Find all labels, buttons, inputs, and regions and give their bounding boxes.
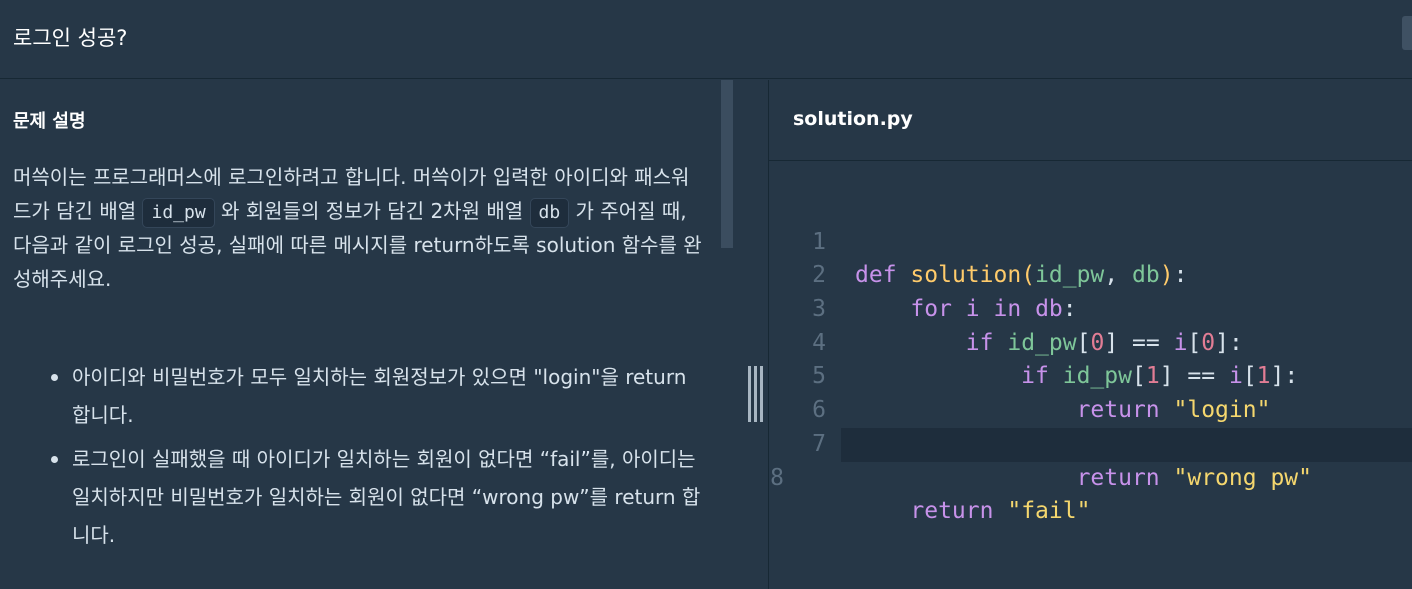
code-chip-db: db [529,197,570,228]
pane-resize-handle[interactable] [747,366,763,424]
section-title: 문제 설명 [13,111,86,132]
code-line: 7 return "wrong pw" [769,394,1412,491]
code-editor[interactable]: solution.py 1 def solution(id_pw, db): 2… [769,80,1412,589]
problem-description-pane: 문제 설명 머쓱이는 프로그래머스에 로그인하려고 합니다. 머쓱이가 입력한 … [0,80,734,589]
desc-text-2: 와 회원들의 정보가 담긴 2차원 배열 [214,199,530,223]
list-item: 로그인이 실패했을 때 아이디가 일치하는 회원이 없다면 “fail”를, 아… [51,440,703,554]
rules-list: 아이디와 비밀번호가 모두 일치하는 회원정보가 있으면 "login"을 re… [13,358,703,560]
problem-description: 머쓱이는 프로그래머스에 로그인하려고 합니다. 머쓱이가 입력한 아이디와 패… [13,160,703,296]
code-line-active: 8 return "fail" [770,427,1412,524]
code-chip-id-pw: id_pw [142,197,215,228]
code-line: 2 for i in db: [769,226,1412,322]
code-line: 3 if id_pw[0] == i[0]: [769,259,1412,356]
top-scrollbar[interactable] [1402,16,1412,50]
filename-label: solution.py [793,108,913,130]
code-line: 6 else: [769,360,1412,457]
line-number: 8 [770,464,784,491]
code-line: 5 return "login" [769,327,1412,423]
code-area[interactable]: 1 def solution(id_pw, db): 2 for i in db… [769,192,1412,524]
line-number: 7 [812,430,826,457]
description-scrollbar[interactable] [721,80,733,248]
code-line: 1 def solution(id_pw, db): [769,192,1412,289]
list-item: 아이디와 비밀번호가 모두 일치하는 회원정보가 있으면 "login"을 re… [51,358,703,434]
editor-tab: solution.py [769,80,1412,161]
top-bar: 로그인 성공? [0,0,1412,79]
code-line: 4 if id_pw[1] == i[1]: [769,293,1412,390]
page-title: 로그인 성공? [13,26,128,50]
